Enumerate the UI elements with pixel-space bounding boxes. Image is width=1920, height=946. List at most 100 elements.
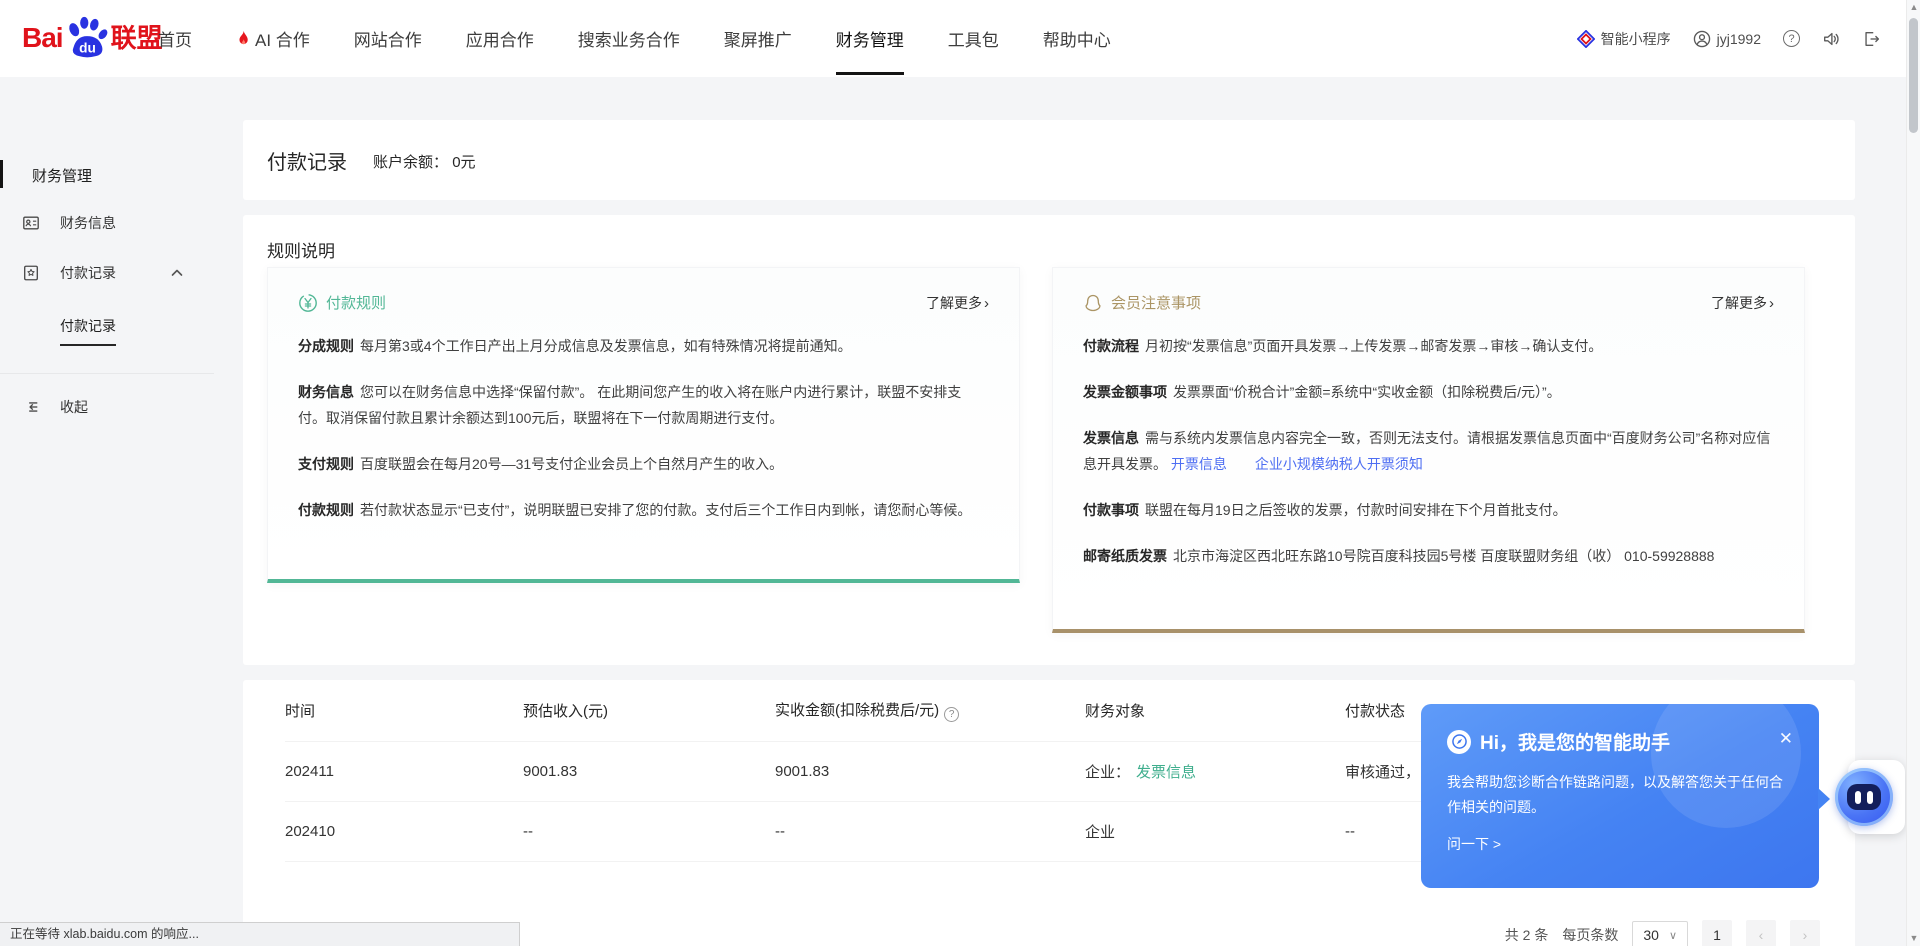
logo-text-bai: Bai bbox=[22, 18, 63, 58]
rule-term: 邮寄纸质发票 bbox=[1083, 548, 1167, 564]
member-notes-more-link[interactable]: 了解更多› bbox=[1711, 293, 1774, 313]
chevron-up-icon[interactable] bbox=[170, 266, 184, 280]
top-bar-right: 智能小程序 jyj1992 ? bbox=[1577, 0, 1880, 77]
rule-text: 您可以在财务信息中选择“保留付款”。 在此期间您产生的收入将在账户内进行累计，联… bbox=[298, 384, 961, 426]
assistant-popup: Hi，我是您的智能助手 ✕ 我会帮助您诊断合作链路问题，以及解答您关于任何合作相… bbox=[1421, 704, 1819, 888]
col-header-estimated: 预估收入(元) bbox=[523, 700, 775, 721]
chevron-right-icon: › bbox=[984, 295, 989, 312]
logout-icon[interactable] bbox=[1862, 30, 1880, 48]
rule-item: 邮寄纸质发票北京市海淀区西北旺东路10号院百度科技园5号楼 百度联盟财务组（收）… bbox=[1083, 543, 1774, 569]
small-taxpayer-notice-link[interactable]: 企业小规模纳税人开票须知 bbox=[1255, 456, 1423, 472]
nav-home[interactable]: 首页 bbox=[158, 20, 192, 57]
page-title: 付款记录 bbox=[267, 146, 347, 175]
rule-term: 付款规则 bbox=[298, 502, 354, 518]
collapse-icon bbox=[22, 398, 40, 416]
rule-text: 发票票面“价税合计”金额=系统中“实收金额（扣除税费后/元）”。 bbox=[1173, 384, 1561, 400]
member-notes-title-row: 会员注意事项 bbox=[1083, 292, 1201, 313]
member-notes-header: 会员注意事项 了解更多› bbox=[1083, 292, 1774, 313]
screen: Bai du 联盟 首页 AI 合作 网站合作 应用合作 搜索 bbox=[0, 0, 1920, 946]
baidu-union-logo[interactable]: Bai du 联盟 bbox=[22, 16, 163, 58]
page-number-button[interactable]: 1 bbox=[1702, 920, 1732, 946]
main-nav: 首页 AI 合作 网站合作 应用合作 搜索业务合作 聚屏推广 财务管理 工具包 … bbox=[158, 0, 1111, 77]
nav-toolkit[interactable]: 工具包 bbox=[948, 20, 999, 57]
rule-text: 若付款状态显示“已支付”，说明联盟已安排了您的付款。支付后三个工作日内到帐，请您… bbox=[360, 502, 971, 518]
next-page-button[interactable]: › bbox=[1790, 920, 1820, 946]
sidebar-title: 财务管理 bbox=[32, 165, 92, 186]
nav-website-cooperation[interactable]: 网站合作 bbox=[354, 20, 422, 57]
svg-text:du: du bbox=[79, 41, 96, 56]
rule-term: 发票金额事项 bbox=[1083, 384, 1167, 400]
rule-term: 付款流程 bbox=[1083, 338, 1139, 354]
payment-rules-more-link[interactable]: 了解更多› bbox=[926, 293, 989, 313]
nav-screen-promotion[interactable]: 聚屏推广 bbox=[724, 20, 792, 57]
smart-miniprogram-label: 智能小程序 bbox=[1601, 29, 1671, 49]
finance-info-icon bbox=[22, 214, 40, 232]
rule-item: 支付规则百度联盟会在每月20号—31号支付企业会员上个自然月产生的收入。 bbox=[298, 451, 989, 477]
finance-object-label: 企业： bbox=[1085, 764, 1130, 781]
user-icon bbox=[1693, 30, 1711, 48]
balance-value: 0元 bbox=[452, 154, 475, 171]
sidebar: 财务管理 财务信息 付款记录 付款记录 bbox=[0, 77, 222, 946]
balance-label: 账户余额： bbox=[373, 154, 448, 171]
sidebar-item-payment-records[interactable]: 付款记录 bbox=[0, 255, 222, 291]
smart-miniprogram-link[interactable]: 智能小程序 bbox=[1577, 29, 1671, 49]
rules-section-title: 规则说明 bbox=[267, 237, 335, 262]
invoice-info-table-link[interactable]: 发票信息 bbox=[1136, 764, 1196, 781]
robot-eye bbox=[1855, 791, 1861, 804]
scrollbar-thumb[interactable] bbox=[1909, 18, 1918, 133]
payment-rules-header: 付款规则 了解更多› bbox=[298, 292, 989, 313]
sidebar-collapse-button[interactable]: 收起 bbox=[0, 389, 222, 425]
close-icon[interactable]: ✕ bbox=[1779, 730, 1793, 747]
user-account[interactable]: jyj1992 bbox=[1693, 30, 1761, 48]
col-header-actual: 实收金额(扣除税费后/元)? bbox=[775, 699, 1085, 722]
rule-text: 每月第3或4个工作日产出上月分成信息及发票信息，如有特殊情况将提前通知。 bbox=[360, 338, 852, 354]
sidebar-subitem-payment-records[interactable]: 付款记录 bbox=[60, 316, 116, 346]
browser-scrollbar[interactable]: ▲ ▼ bbox=[1906, 0, 1920, 946]
browser-status-bar: 正在等待 xlab.baidu.com 的响应... bbox=[0, 922, 520, 946]
per-page-label: 每页条数 bbox=[1562, 925, 1618, 945]
assistant-body: 我会帮助您诊断合作链路问题，以及解答您关于任何合作相关的问题。 bbox=[1447, 770, 1793, 820]
rule-item: 付款事项联盟在每月19日之后签收的发票，付款时间安排在下个月首批支付。 bbox=[1083, 497, 1774, 523]
invoice-info-link[interactable]: 开票信息 bbox=[1171, 456, 1227, 472]
prev-page-button[interactable]: ‹ bbox=[1746, 920, 1776, 946]
scrollbar-up-arrow[interactable]: ▲ bbox=[1907, 2, 1920, 12]
rule-term: 付款事项 bbox=[1083, 502, 1139, 518]
compass-icon bbox=[1447, 730, 1471, 754]
actual-amount-help-icon[interactable]: ? bbox=[944, 707, 959, 722]
sidebar-collapse-label: 收起 bbox=[60, 397, 88, 417]
nav-finance-management[interactable]: 财务管理 bbox=[836, 20, 904, 57]
col-header-actual-label: 实收金额(扣除税费后/元) bbox=[775, 702, 939, 719]
scrollbar-down-arrow[interactable]: ▼ bbox=[1907, 933, 1920, 943]
nav-ai-label: AI 合作 bbox=[255, 26, 310, 51]
cell-finance-object: 企业 bbox=[1085, 821, 1345, 842]
per-page-value: 30 bbox=[1643, 927, 1659, 943]
nav-help-center[interactable]: 帮助中心 bbox=[1043, 20, 1111, 57]
cell-time: 202411 bbox=[285, 763, 523, 780]
cell-actual: 9001.83 bbox=[775, 763, 1085, 780]
rule-term: 发票信息 bbox=[1083, 430, 1139, 446]
yen-circle-icon bbox=[298, 293, 318, 313]
nav-ai-cooperation[interactable]: AI 合作 bbox=[236, 20, 310, 57]
sidebar-payment-records-label: 付款记录 bbox=[60, 263, 116, 283]
help-icon[interactable]: ? bbox=[1783, 30, 1800, 47]
robot-eye bbox=[1867, 791, 1873, 804]
total-count-label: 共 2 条 bbox=[1505, 925, 1549, 945]
payment-rules-more-label: 了解更多 bbox=[926, 295, 982, 311]
rules-card: 规则说明 付款规则 了解更多› 分成规则每月第3或4个工作日产出上月分成信息及发… bbox=[243, 215, 1855, 665]
col-header-finance-object: 财务对象 bbox=[1085, 700, 1345, 721]
robot-face-icon bbox=[1847, 784, 1881, 810]
chevron-down-icon: ∨ bbox=[1669, 929, 1677, 942]
rule-term: 支付规则 bbox=[298, 456, 354, 472]
chevron-right-icon: › bbox=[1769, 295, 1774, 312]
sound-icon[interactable] bbox=[1822, 30, 1840, 48]
sidebar-item-finance-info[interactable]: 财务信息 bbox=[0, 205, 222, 241]
baidu-paw-icon: du bbox=[64, 16, 110, 58]
per-page-select[interactable]: 30 ∨ bbox=[1632, 921, 1688, 946]
nav-search-cooperation[interactable]: 搜索业务合作 bbox=[578, 20, 680, 57]
nav-app-cooperation[interactable]: 应用合作 bbox=[466, 20, 534, 57]
assistant-ask-link[interactable]: 问一下 > bbox=[1447, 834, 1793, 854]
assistant-robot-avatar[interactable] bbox=[1835, 768, 1893, 826]
username-label: jyj1992 bbox=[1717, 31, 1761, 47]
rule-item: 分成规则每月第3或4个工作日产出上月分成信息及发票信息，如有特殊情况将提前通知。 bbox=[298, 333, 989, 359]
rule-item: 发票金额事项发票票面“价税合计”金额=系统中“实收金额（扣除税费后/元）”。 bbox=[1083, 379, 1774, 405]
